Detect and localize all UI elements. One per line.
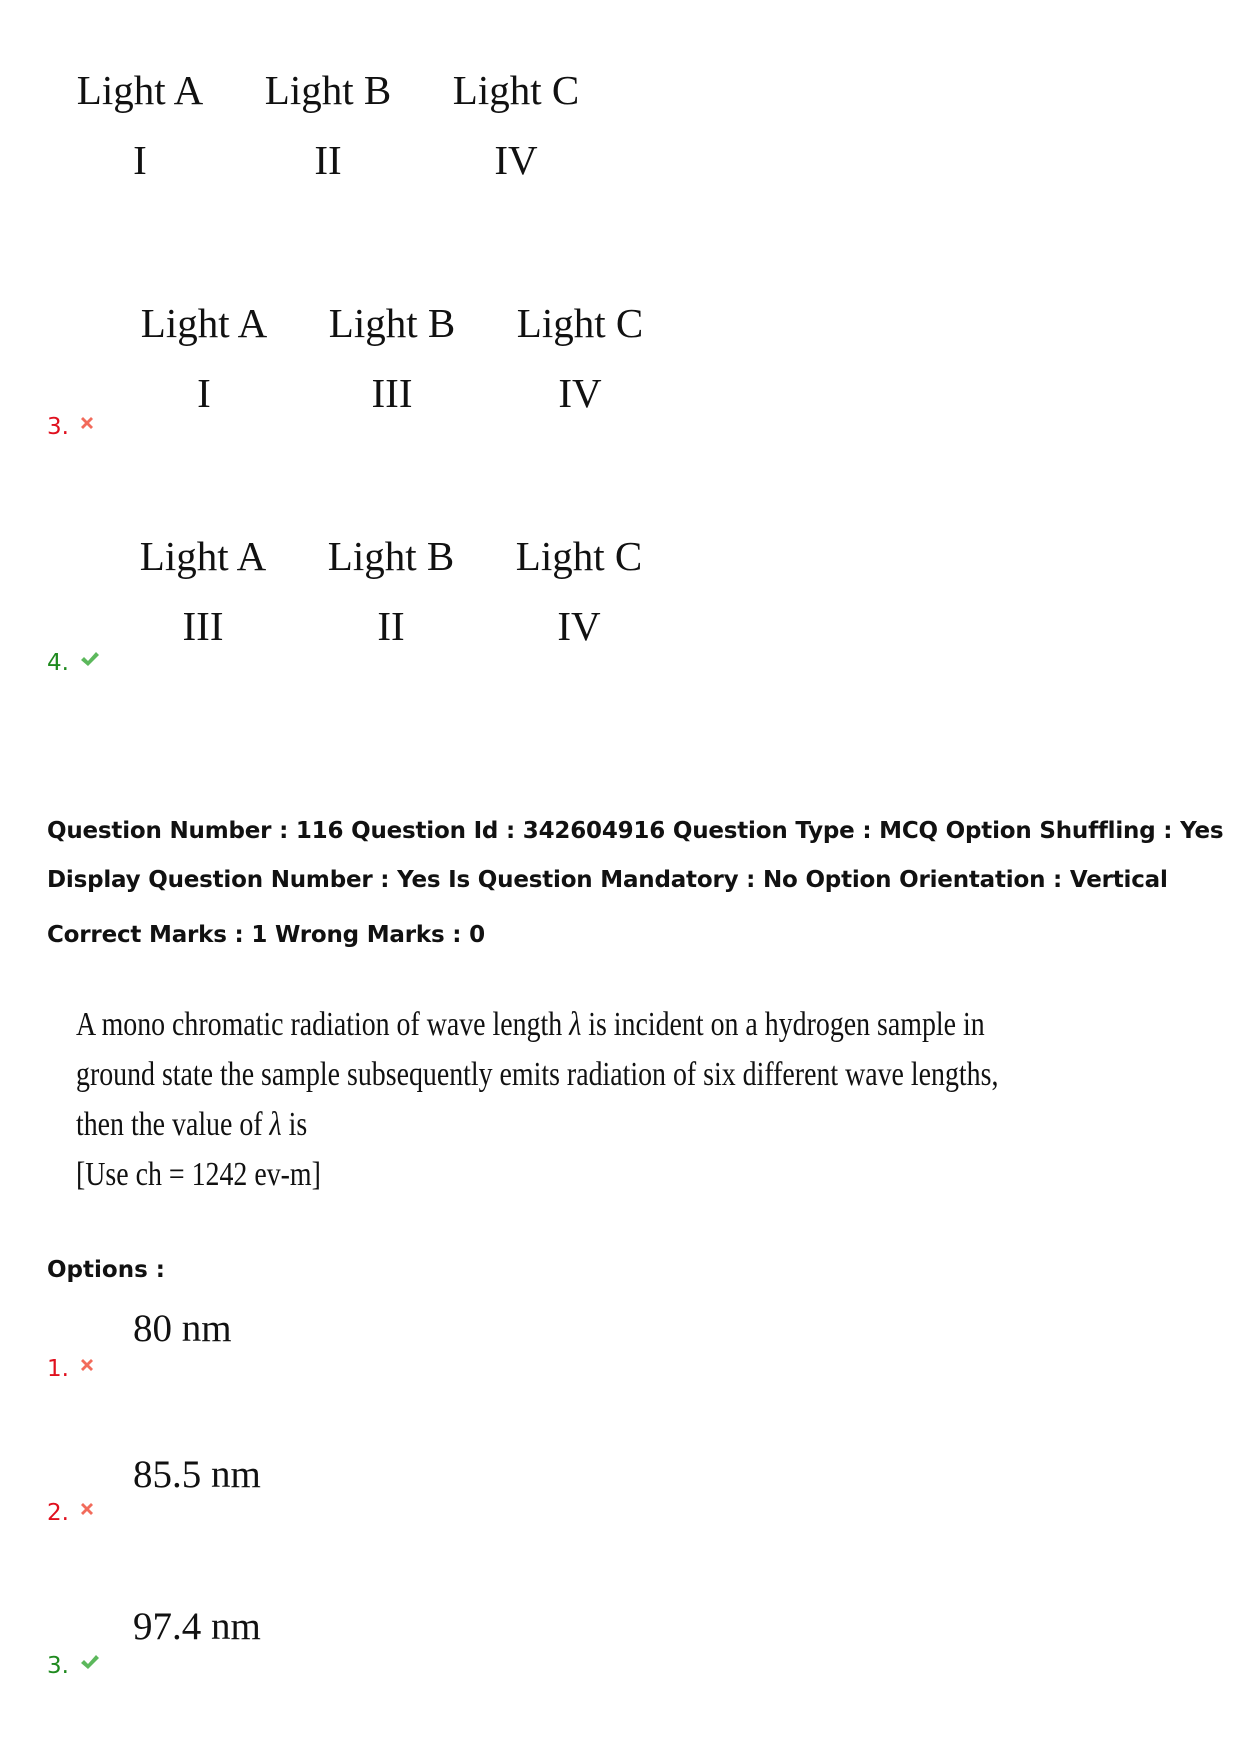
- option-1-marker: 1.: [47, 1356, 97, 1382]
- light-c-value: IV: [557, 603, 601, 649]
- lambda-symbol: λ: [269, 1106, 282, 1143]
- question-line-1: A mono chromatic radiation of wave lengt…: [76, 1006, 985, 1043]
- check-icon: [80, 652, 99, 666]
- option-4-marker: 4.: [47, 650, 101, 676]
- light-b-value: III: [371, 370, 413, 416]
- light-a-value: I: [197, 370, 211, 416]
- light-a-header: Light A: [76, 67, 204, 113]
- light-c-header: Light C: [515, 533, 643, 579]
- light-table-option-4: Light A Light B Light C III II IV: [109, 536, 673, 666]
- question-meta-line-3: Correct Marks : 1 Wrong Marks : 0: [47, 922, 485, 948]
- light-b-value: II: [377, 603, 405, 649]
- option-number: 2.: [47, 1500, 69, 1526]
- light-a-header: Light A: [140, 300, 268, 346]
- light-b-value: II: [314, 137, 342, 183]
- light-a-value: I: [133, 137, 147, 183]
- option-number: 4.: [47, 650, 69, 676]
- options-label: Options :: [47, 1257, 165, 1283]
- light-b-header: Light B: [327, 533, 455, 579]
- light-b-header: Light B: [264, 67, 392, 113]
- cross-icon: [80, 1359, 93, 1371]
- light-c-header: Light C: [516, 300, 644, 346]
- question-meta-line-2: Display Question Number : Yes Is Questio…: [47, 867, 1168, 893]
- question-line-3: then the value of λ is: [76, 1106, 308, 1143]
- light-a-value: III: [182, 603, 224, 649]
- light-c-header: Light C: [452, 67, 580, 113]
- option-3-value: 97.4 nm: [133, 1605, 261, 1648]
- light-b-header: Light B: [328, 300, 456, 346]
- question-line-4: [Use ch = 1242 ev-m]: [76, 1156, 321, 1193]
- cross-icon: [80, 417, 93, 429]
- option-number: 3.: [47, 414, 69, 440]
- option-number: 1.: [47, 1356, 69, 1382]
- option-1-value: 80 nm: [133, 1307, 232, 1350]
- light-c-value: IV: [494, 137, 538, 183]
- cross-icon: [80, 1503, 93, 1515]
- question-text: A mono chromatic radiation of wave lengt…: [76, 1000, 998, 1200]
- light-c-value: IV: [558, 370, 602, 416]
- light-table-option-2: Light A Light B Light C I II IV: [46, 70, 610, 200]
- option-2-value: 85.5 nm: [133, 1453, 261, 1496]
- option-3-marker: 3.: [47, 414, 97, 440]
- question-line-2: ground state the sample subsequently emi…: [76, 1056, 999, 1093]
- option-number: 3.: [47, 1653, 69, 1679]
- question-meta-line-1: Question Number : 116 Question Id : 3426…: [47, 818, 1224, 844]
- light-table-option-3: Light A Light B Light C I III IV: [110, 303, 674, 433]
- check-icon: [80, 1655, 99, 1669]
- lambda-symbol: λ: [569, 1006, 582, 1043]
- option-3-correct-marker: 3.: [47, 1653, 101, 1679]
- option-2-marker: 2.: [47, 1500, 97, 1526]
- light-a-header: Light A: [139, 533, 267, 579]
